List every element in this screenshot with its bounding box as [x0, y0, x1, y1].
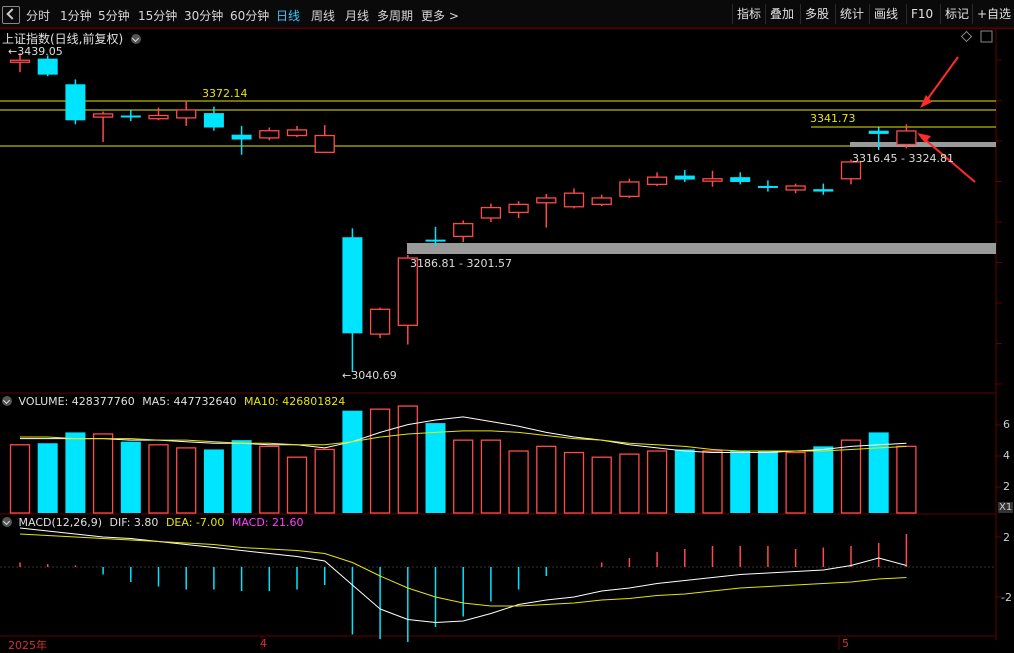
macd-panel-title: MACD(12,26,9) DIF: 3.80 DEA: -7.00 MACD:… — [2, 516, 304, 529]
candle-body — [702, 178, 723, 182]
candle-body — [646, 176, 668, 186]
volume-bar — [646, 450, 668, 514]
candle-body — [480, 206, 502, 219]
volume-bar — [730, 451, 751, 513]
volume-bar — [591, 456, 612, 514]
volume-tick-2: 2 — [1003, 480, 1010, 493]
chevron-down-icon[interactable] — [131, 34, 142, 44]
volume-bar — [453, 439, 474, 514]
candle-body — [563, 192, 585, 208]
volume-bar — [148, 444, 169, 514]
candle-body — [286, 129, 308, 137]
annotation-arrow-head — [917, 133, 931, 143]
candle-body — [259, 130, 280, 139]
candle-body — [37, 58, 58, 75]
volume-bar — [508, 450, 529, 514]
volume-bar — [92, 433, 114, 514]
macd-dea: DEA: -7.00 — [165, 516, 225, 529]
upper-gap-box — [850, 142, 996, 147]
chevron-down-icon[interactable] — [2, 517, 12, 527]
candle-body — [536, 197, 557, 204]
candle-body — [92, 113, 114, 118]
macd-tick-2: 2 — [1003, 531, 1010, 544]
volume-tick-4: 4 — [1003, 449, 1010, 462]
candle-body — [674, 175, 695, 180]
annotation-arrow — [923, 56, 959, 105]
candle-body — [148, 114, 169, 120]
kline-chart[interactable] — [0, 0, 1014, 650]
volume-bar — [286, 456, 308, 514]
candle-body — [896, 130, 917, 146]
candle-body — [730, 177, 751, 182]
volume-bar — [314, 448, 335, 514]
x-label-2025: 2025年 — [8, 639, 47, 652]
candle-body — [508, 203, 529, 214]
volume-bar — [757, 451, 778, 513]
volume-tick-6: 6 — [1003, 418, 1010, 431]
lower-gap-box — [407, 243, 996, 254]
candle-body — [425, 239, 446, 242]
candle-body — [619, 181, 640, 198]
volume-bar — [37, 443, 58, 513]
candle-body — [369, 308, 391, 335]
macd-tick-neg2: -2 — [1001, 591, 1012, 604]
volume-bar — [785, 451, 806, 514]
candle-body — [453, 222, 474, 238]
volume-bar — [397, 405, 418, 514]
upper-gap-label: 3316.45 - 3324.81 — [852, 152, 954, 165]
volume-bar — [231, 440, 252, 513]
stock-title: 上证指数(日线,前复权) — [2, 32, 124, 46]
diamond-icon — [960, 30, 973, 43]
candle-body — [342, 237, 363, 334]
lower-gap-label: 3186.81 - 3201.57 — [410, 257, 512, 270]
high-price-label: ←3439.05 — [8, 45, 63, 58]
volume-bar — [563, 451, 585, 514]
volume-bar — [536, 445, 557, 514]
volume-bar — [425, 423, 446, 513]
volume-bar — [203, 449, 224, 513]
volume-bar — [702, 450, 723, 514]
candle-body — [231, 134, 252, 140]
macd-dif: DIF: 3.80 — [109, 516, 159, 529]
volume-bar — [896, 445, 917, 514]
candle-body — [757, 185, 778, 188]
volume-panel-title: VOLUME: 428377760 MA5: 447732640 MA10: 4… — [2, 395, 345, 408]
volume-bar — [813, 446, 834, 513]
volume-value: VOLUME: 428377760 — [18, 395, 135, 408]
macd-params: MACD(12,26,9) — [18, 516, 103, 529]
candle-body — [65, 84, 86, 121]
volume-bar — [176, 447, 197, 514]
volume-bar — [369, 408, 391, 514]
x-label-4: 4 — [260, 637, 267, 650]
panel-layout-icon — [980, 30, 993, 43]
level-3341-label: 3341.73 — [810, 112, 856, 125]
x-label-5: 5 — [842, 637, 849, 650]
volume-bar — [342, 410, 363, 513]
volume-bar — [120, 441, 141, 513]
volume-bar — [840, 439, 862, 514]
candle-body — [9, 59, 31, 63]
candle-body — [813, 189, 834, 192]
candle-body — [203, 113, 224, 128]
volume-bar — [259, 445, 280, 514]
volume-bar — [619, 453, 640, 514]
volume-unit: X1 — [998, 502, 1014, 513]
volume-ma5: MA5: 447732640 — [142, 395, 237, 408]
volume-ma10: MA10: 426801824 — [243, 395, 346, 408]
candle-body — [176, 109, 197, 119]
chevron-down-icon[interactable] — [2, 396, 12, 406]
level-3372-label: 3372.14 — [202, 87, 248, 100]
volume-bar — [65, 432, 86, 513]
volume-bar — [9, 444, 31, 514]
volume-bar — [480, 439, 502, 514]
volume-bar — [674, 449, 695, 513]
candle-body — [785, 185, 806, 191]
low-price-label: ←3040.69 — [342, 369, 397, 382]
candle-body — [314, 134, 335, 153]
candle-body — [868, 130, 889, 134]
macd-value: MACD: 21.60 — [231, 516, 304, 529]
candle-body — [591, 197, 612, 206]
candle-body — [120, 115, 141, 118]
